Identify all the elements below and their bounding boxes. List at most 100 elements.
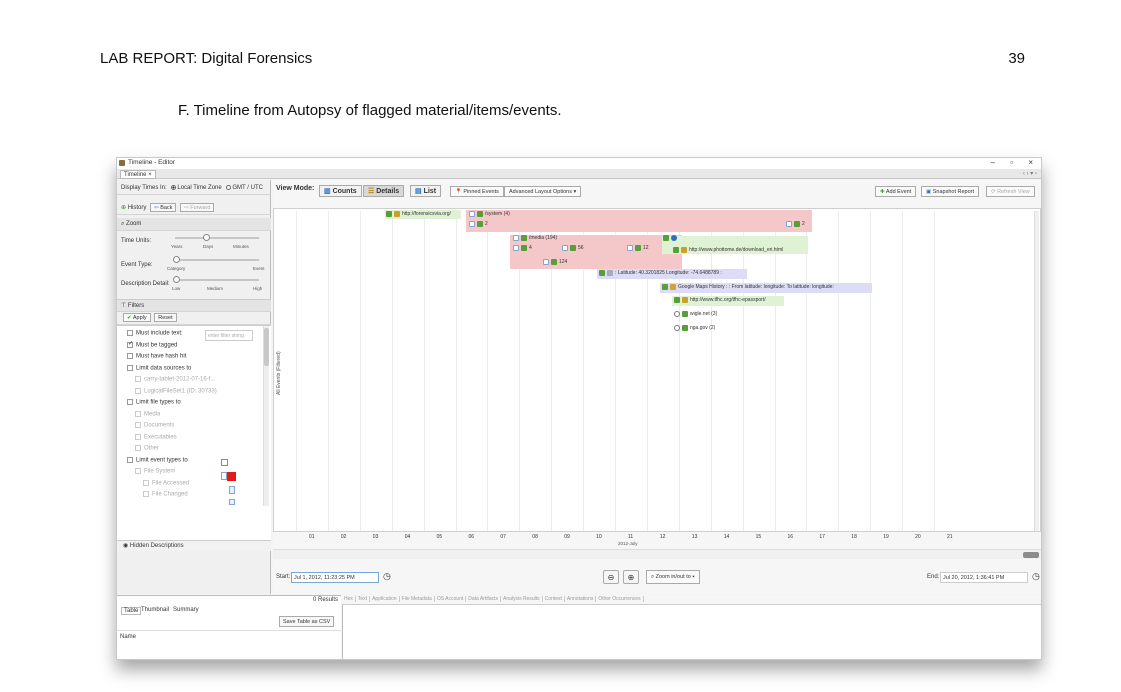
- description-detail-slider[interactable]: [173, 276, 180, 283]
- filter-checkbox[interactable]: [135, 433, 141, 440]
- plot-scrollbar[interactable]: [1034, 211, 1039, 531]
- filter-item[interactable]: File System: [135, 468, 175, 475]
- details-button[interactable]: ☰ Details: [363, 185, 405, 197]
- filter-checkbox[interactable]: [127, 330, 133, 336]
- result-viewer-tab[interactable]: Analysis Results: [502, 596, 543, 602]
- event-media-cluster-d[interactable]: 124: [542, 258, 570, 267]
- filter-checkbox[interactable]: [127, 399, 133, 405]
- close-icon[interactable]: ×: [1028, 158, 1033, 167]
- result-viewer-tab[interactable]: Text: [357, 596, 371, 602]
- end-time-field[interactable]: Jul 20, 2012, 1:36:41 PM: [940, 572, 1028, 583]
- tab-table[interactable]: Table: [121, 607, 142, 615]
- timeline-plot[interactable]: All Events (Filtered) http://forensicsvi…: [273, 208, 1041, 532]
- advanced-layout-dropdown[interactable]: Advanced Layout Options ▾: [504, 186, 582, 197]
- filter-item[interactable]: Limit event types to: [127, 456, 188, 463]
- event-type-slider[interactable]: [173, 256, 180, 263]
- tab-summary[interactable]: Summary: [173, 607, 199, 613]
- event-media[interactable]: /media (194): [512, 234, 560, 243]
- result-viewer-tab[interactable]: Application: [372, 596, 400, 602]
- snapshot-report-button[interactable]: ▣ Snapshot Report: [921, 186, 980, 197]
- event-type-track[interactable]: [175, 259, 259, 261]
- time-units-slider[interactable]: [203, 234, 210, 241]
- timeline-range-thumb[interactable]: [1023, 552, 1039, 558]
- filter-item[interactable]: Must include text:: [127, 330, 183, 337]
- counts-button[interactable]: ▥ Counts: [319, 185, 362, 197]
- start-time-field[interactable]: Jul 1, 2012, 11:23:25 PM: [291, 572, 379, 583]
- gmt-radio[interactable]: [226, 184, 232, 190]
- filter-item[interactable]: Documents: [135, 422, 174, 429]
- filters-scrollbar-thumb[interactable]: [264, 328, 269, 366]
- minimize-icon[interactable]: –: [991, 158, 995, 167]
- description-detail-track[interactable]: [175, 279, 259, 281]
- filter-item[interactable]: LogicalFileSet1 (ID: 30733): [135, 387, 217, 394]
- event-nga[interactable]: nga.gov (2): [673, 324, 718, 333]
- time-units-track[interactable]: [175, 237, 259, 239]
- zoom-header[interactable]: ⌕ Zoom: [117, 218, 271, 231]
- event-phottome[interactable]: http://www.phottome.de/download_eri.html: [672, 246, 786, 255]
- zoom-out-icon[interactable]: ⊖: [603, 570, 619, 584]
- tab-thumbnail[interactable]: Thumbnail: [141, 607, 169, 613]
- apply-button[interactable]: ✔ Apply: [123, 312, 151, 322]
- event-tfhc[interactable]: http://www.tfhc.org/tfhc-epassport/: [673, 296, 769, 305]
- event-forensicsvia[interactable]: http://forensicsvia.org/: [385, 210, 454, 219]
- reset-button[interactable]: Reset: [154, 312, 177, 322]
- result-viewer-tab[interactable]: OS Account: [436, 596, 467, 602]
- filter-checkbox[interactable]: [135, 422, 141, 428]
- forward-button[interactable]: ⇨ Forward: [180, 202, 215, 212]
- filter-checkbox[interactable]: [135, 445, 141, 451]
- zoom-in-icon[interactable]: ⊕: [623, 570, 639, 584]
- event-wigle[interactable]: wigle.net (3): [673, 310, 720, 319]
- filter-item[interactable]: Limit file types to: [127, 399, 181, 406]
- tab-nav-icon[interactable]: ‹ › ▾ ▫: [1023, 170, 1037, 177]
- filter-checkbox[interactable]: [127, 353, 133, 359]
- event-marker[interactable]: [662, 234, 682, 243]
- filter-checkbox[interactable]: [135, 468, 141, 474]
- filter-item[interactable]: Other: [135, 445, 159, 452]
- filter-item[interactable]: Must have hash hit: [127, 353, 186, 360]
- hidden-descriptions-header[interactable]: ◉ Hidden Descriptions: [117, 540, 271, 551]
- event-system-cluster-a[interactable]: 2: [468, 220, 491, 229]
- filter-text-input[interactable]: enter filter string: [205, 330, 253, 341]
- refresh-view-button[interactable]: ⟳ Refresh View: [986, 186, 1035, 197]
- pinned-events-button[interactable]: 📍 Pinned Events: [450, 186, 504, 197]
- filter-item[interactable]: File Changed: [143, 491, 188, 498]
- list-button[interactable]: ▤ List: [410, 185, 442, 197]
- tab-close-icon[interactable]: ×: [148, 172, 152, 178]
- filter-checkbox[interactable]: [143, 491, 149, 497]
- filter-item[interactable]: File Accessed: [143, 479, 189, 486]
- result-viewer-tab[interactable]: Context: [544, 596, 565, 602]
- result-viewer-tab[interactable]: Annotations: [566, 596, 597, 602]
- save-csv-button[interactable]: Save Table as CSV: [279, 616, 335, 627]
- filter-item[interactable]: Executables: [135, 433, 177, 440]
- name-column-header[interactable]: Name: [120, 634, 136, 640]
- filter-checkbox[interactable]: [135, 410, 141, 417]
- result-viewer-tab[interactable]: Other Occurrences: [598, 596, 644, 602]
- filter-checkbox[interactable]: [127, 341, 133, 348]
- filter-checkbox[interactable]: [127, 456, 133, 463]
- event-google-maps[interactable]: Google Maps History : : From latitude: l…: [661, 283, 837, 292]
- filters-header[interactable]: ⊤ Filters: [117, 299, 271, 312]
- back-button[interactable]: ⇦ Back: [150, 202, 177, 212]
- clock-icon[interactable]: ◷: [383, 571, 391, 582]
- filter-item[interactable]: Must be tagged: [127, 341, 177, 348]
- tab-timeline[interactable]: Timeline ×: [120, 170, 156, 179]
- filter-item[interactable]: Media: [135, 410, 160, 417]
- event-system-cluster-b[interactable]: 2: [785, 220, 808, 229]
- filter-checkbox[interactable]: [143, 479, 149, 486]
- filter-item[interactable]: Limit data sources to: [127, 364, 191, 371]
- result-viewer-tab[interactable]: File Metadata: [401, 596, 435, 602]
- filter-checkbox[interactable]: [135, 376, 141, 382]
- local-time-radio[interactable]: [171, 184, 177, 190]
- filter-item[interactable]: carry-tablet-2012-07-16-f...: [135, 376, 215, 383]
- result-viewer-tab[interactable]: Hex: [344, 596, 356, 602]
- result-viewer-tab[interactable]: Data Artifacts: [468, 596, 501, 602]
- filter-checkbox[interactable]: [135, 387, 141, 394]
- clock-icon[interactable]: ◷: [1032, 571, 1040, 582]
- restore-icon[interactable]: ▫: [1010, 158, 1013, 167]
- add-event-button[interactable]: ✚ Add Event: [875, 186, 917, 197]
- event-media-cluster-a[interactable]: 4: [512, 244, 535, 253]
- timeline-range-scrollbar[interactable]: [273, 549, 1041, 559]
- zoom-in-out-dropdown[interactable]: ⌕ Zoom in/out to ▾: [646, 570, 700, 584]
- history-label[interactable]: History: [128, 205, 147, 211]
- event-media-cluster-b[interactable]: 56: [561, 244, 587, 253]
